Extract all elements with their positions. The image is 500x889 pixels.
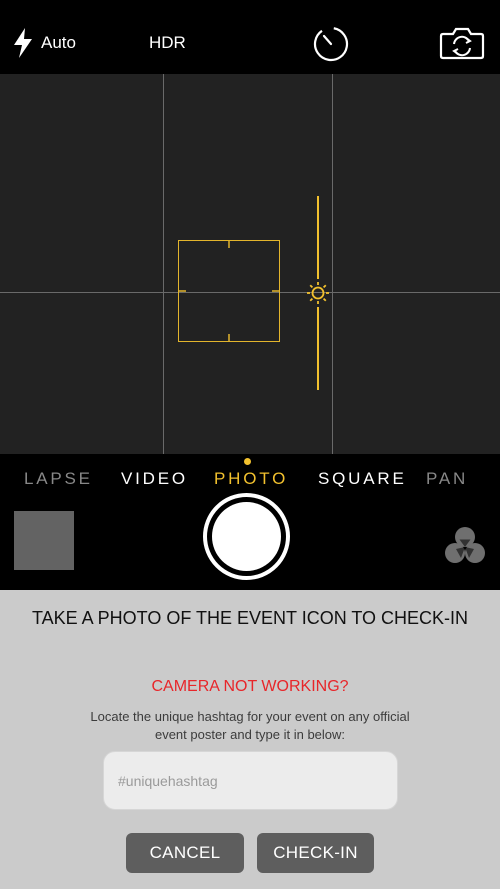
camera-controls [0,493,500,590]
filters-icon[interactable] [442,525,488,567]
cancel-button[interactable]: CANCEL [126,833,244,873]
focus-square [178,240,280,342]
exposure-slider[interactable] [300,194,336,392]
checkin-button[interactable]: CHECK-IN [257,833,374,873]
timer-icon[interactable] [312,24,350,62]
camera-viewfinder[interactable] [0,74,500,454]
last-photo-thumbnail[interactable] [14,511,74,570]
hdr-toggle[interactable]: HDR [149,33,186,53]
sun-icon [307,282,329,304]
checkin-panel: TAKE A PHOTO OF THE EVENT ICON TO CHECK-… [0,590,500,889]
camera-top-bar: Auto HDR [0,0,500,74]
mode-lapse[interactable]: LAPSE [24,469,93,489]
hashtag-help-text: Locate the unique hashtag for your event… [90,709,410,742]
mode-video[interactable]: VIDEO [121,469,188,489]
switch-camera-icon[interactable] [439,26,485,60]
checkin-instruction-title: TAKE A PHOTO OF THE EVENT ICON TO CHECK-… [31,608,469,628]
shutter-button[interactable] [203,493,290,580]
flash-mode-label[interactable]: Auto [41,33,76,53]
flash-icon[interactable] [12,28,34,58]
shutter-button-core [212,502,281,571]
hashtag-input[interactable] [103,751,398,810]
mode-pano[interactable]: PAN [426,469,468,489]
grid-line [163,74,164,454]
mode-photo[interactable]: PHOTO [214,469,288,489]
mode-square[interactable]: SQUARE [318,469,407,489]
camera-not-working-heading: CAMERA NOT WORKING? [151,678,349,695]
selected-mode-indicator [244,458,251,465]
